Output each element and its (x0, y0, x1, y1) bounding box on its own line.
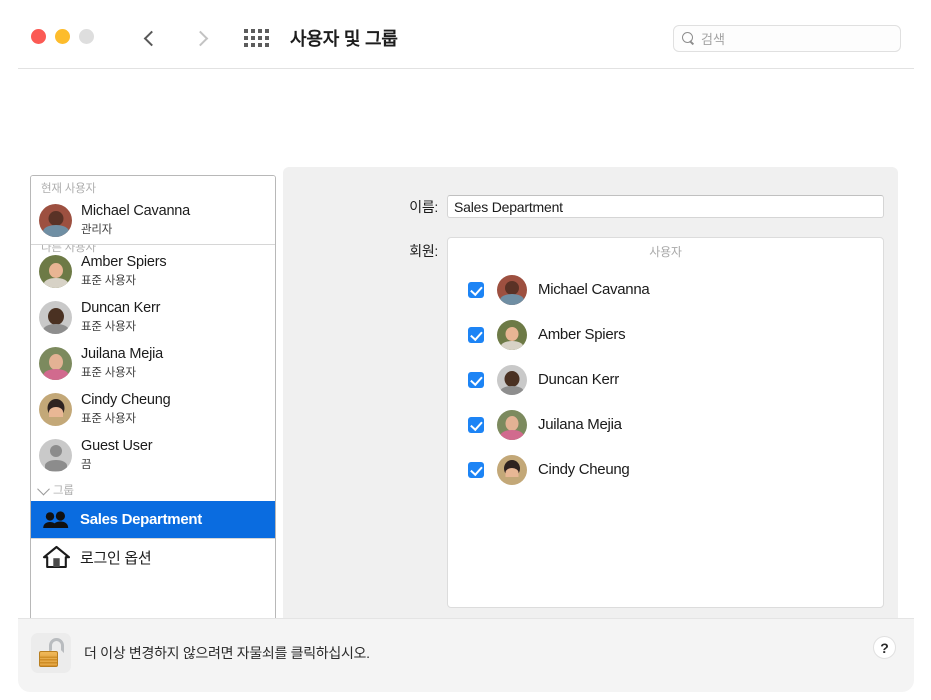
avatar (497, 319, 527, 350)
search-icon (682, 32, 695, 45)
back-chevron-icon (143, 30, 160, 46)
member-checkbox[interactable] (468, 416, 484, 433)
user-role: 표준 사용자 (81, 275, 136, 287)
member-checkbox[interactable] (468, 461, 484, 478)
show-all-grid-icon[interactable] (244, 28, 272, 48)
list-item[interactable]: Duncan Kerr (448, 357, 883, 402)
member-name: Duncan Kerr (538, 371, 619, 388)
user-name: Guest User (81, 438, 153, 455)
page-title: 사용자 및 그룹 (290, 29, 398, 49)
other-users-section: Amber Spiers 표준 사용자 Duncan Kerr 표준 사용자 J… (31, 245, 275, 479)
sidebar-item-sales-department[interactable]: Sales Department (31, 501, 275, 538)
zoom-button (79, 29, 94, 44)
list-item[interactable]: Cindy Cheung (448, 447, 883, 492)
avatar (497, 274, 527, 305)
members-label: 회원: (409, 243, 438, 259)
other-users-header: 다른 사용자 (41, 244, 96, 254)
groups-header-label: 그룹 (53, 485, 74, 497)
title-bar: 사용자 및 그룹 검색 (18, 8, 914, 69)
sidebar-item-login-options[interactable]: 로그인 옵션 (31, 538, 275, 575)
groups-section-header[interactable]: 그룹 (31, 479, 275, 501)
avatar (39, 392, 72, 426)
member-checkbox[interactable] (468, 371, 484, 388)
user-name: Duncan Kerr (81, 300, 161, 317)
lock-message: 더 이상 변경하지 않으려면 자물쇠를 클릭하십시오. (84, 645, 370, 661)
user-name: Cindy Cheung (81, 392, 171, 409)
user-name: Michael Cavanna (81, 203, 191, 220)
search-placeholder: 검색 (701, 32, 725, 47)
sidebar-item-michael-cavanna[interactable]: Michael Cavanna 관리자 (31, 198, 275, 244)
members-column-header: 사용자 (649, 245, 682, 259)
members-field-row: 회원: 사용자 Michael Cavanna Amber Spiers Dun… (283, 237, 884, 608)
list-item[interactable]: Amber Spiers (448, 312, 883, 357)
user-role: 표준 사용자 (81, 321, 136, 333)
current-user-section: 현재 사용자 Michael Cavanna 관리자 (31, 176, 275, 245)
group-people-icon (42, 510, 72, 529)
group-name: Sales Department (80, 511, 202, 528)
current-user-header: 현재 사용자 (41, 183, 96, 195)
user-role: 표준 사용자 (81, 367, 136, 379)
user-name: Juilana Mejia (81, 346, 164, 363)
forward-button (186, 22, 218, 54)
list-item[interactable]: Michael Cavanna (448, 267, 883, 312)
unlocked-padlock-icon[interactable] (31, 633, 71, 673)
lock-control[interactable]: 더 이상 변경하지 않으려면 자물쇠를 클릭하십시오. (31, 633, 370, 673)
member-name: Amber Spiers (538, 326, 626, 343)
close-button[interactable] (31, 29, 46, 44)
avatar (39, 254, 72, 288)
list-item[interactable]: Juilana Mejia (448, 402, 883, 447)
avatar (497, 409, 527, 440)
home-icon (42, 545, 72, 569)
member-name: Cindy Cheung (538, 461, 630, 478)
login-options-label: 로그인 옵션 (80, 549, 152, 567)
sidebar-item-cindy-cheung[interactable]: Cindy Cheung 표준 사용자 (31, 387, 275, 433)
bottom-bar: 더 이상 변경하지 않으려면 자물쇠를 클릭하십시오. ? (18, 618, 914, 692)
members-list[interactable]: 사용자 Michael Cavanna Amber Spiers Duncan … (447, 237, 884, 608)
forward-chevron-icon (192, 30, 209, 46)
system-preferences-window: 사용자 및 그룹 검색 현재 사용자 Michael Cavanna 관리자 다… (18, 8, 914, 692)
user-role: 끔 (81, 459, 92, 471)
avatar (39, 203, 72, 237)
group-name-input[interactable]: Sales Department (447, 195, 884, 218)
name-field-row: 이름: Sales Department (283, 195, 884, 218)
member-name: Juilana Mejia (538, 416, 622, 433)
back-button[interactable] (134, 22, 166, 54)
search-field[interactable]: 검색 (673, 25, 901, 52)
member-checkbox[interactable] (468, 281, 484, 298)
accounts-sidebar[interactable]: 현재 사용자 Michael Cavanna 관리자 다른 사용자 Amber … (30, 175, 276, 630)
user-role: 관리자 (81, 224, 113, 236)
user-role: 표준 사용자 (81, 413, 136, 425)
minimize-button[interactable] (55, 29, 70, 44)
sidebar-item-juilana-mejia[interactable]: Juilana Mejia 표준 사용자 (31, 341, 275, 387)
sidebar-item-duncan-kerr[interactable]: Duncan Kerr 표준 사용자 (31, 295, 275, 341)
traffic-lights (31, 29, 94, 44)
name-label: 이름: (409, 198, 438, 215)
other-users-header-clipped: 다른 사용자 (31, 244, 275, 258)
avatar (497, 454, 527, 485)
sidebar-item-guest-user[interactable]: Guest User 끔 (31, 433, 275, 479)
chevron-down-icon (37, 482, 50, 495)
member-checkbox[interactable] (468, 326, 484, 343)
avatar (39, 300, 72, 334)
avatar (497, 364, 527, 395)
help-button[interactable]: ? (873, 636, 896, 659)
avatar (39, 438, 72, 472)
member-name: Michael Cavanna (538, 281, 650, 298)
avatar (39, 346, 72, 380)
group-detail-pane: 이름: Sales Department 회원: 사용자 Michael Cav… (283, 167, 898, 642)
window-body: 현재 사용자 Michael Cavanna 관리자 다른 사용자 Amber … (18, 69, 914, 692)
